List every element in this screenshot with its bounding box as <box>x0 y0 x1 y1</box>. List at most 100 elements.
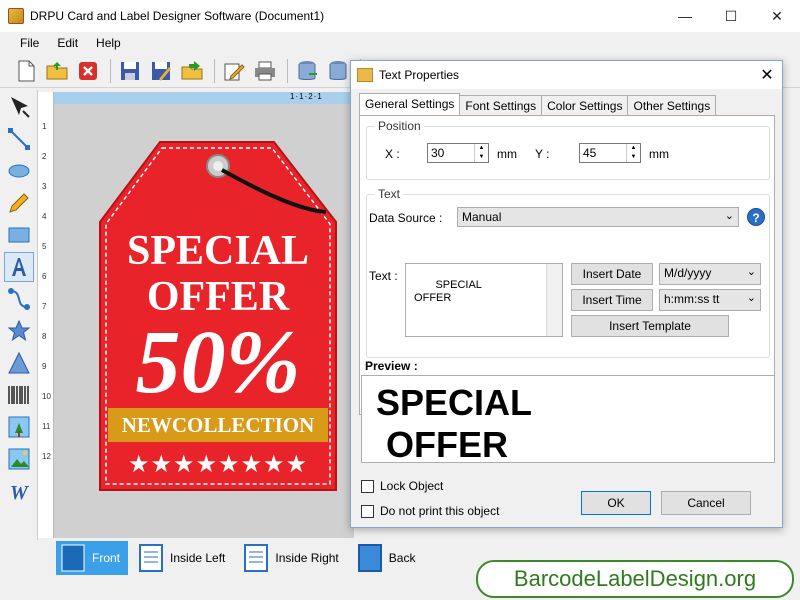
vertical-scrollbar[interactable] <box>782 88 800 540</box>
triangle-tool-icon[interactable] <box>4 348 34 378</box>
dialog-close-button[interactable]: ✕ <box>752 65 782 85</box>
image-tool-icon[interactable] <box>4 412 34 442</box>
text-input[interactable]: SPECIAL OFFER <box>405 263 563 337</box>
tag-headline-line2[interactable]: OFFER <box>98 276 338 318</box>
lock-object-checkbox[interactable]: Lock Object <box>361 479 443 493</box>
text-group: Text Data Source : Manual ⌄ ? Text : SPE… <box>366 187 770 358</box>
database-settings-icon[interactable] <box>324 57 352 85</box>
ellipse-tool-icon[interactable] <box>4 156 34 186</box>
tag-percent[interactable]: 50% <box>98 318 338 408</box>
y-stepper-arrows[interactable]: ▲ ▼ <box>626 144 640 162</box>
tag-stars[interactable]: ★★★★★★★★ <box>98 450 338 479</box>
new-document-icon[interactable] <box>12 57 40 85</box>
page-tab-front-label: Front <box>92 551 121 565</box>
star-tool-icon[interactable] <box>4 316 34 346</box>
line-tool-icon[interactable] <box>4 124 34 154</box>
save-icon[interactable] <box>116 57 144 85</box>
page-tab-inside-left[interactable]: Inside Left <box>134 541 233 575</box>
database-icon[interactable] <box>293 57 321 85</box>
insert-time-button[interactable]: Insert Time <box>571 289 653 311</box>
tab-font-settings[interactable]: Font Settings <box>459 95 543 115</box>
print-icon[interactable] <box>251 57 279 85</box>
lock-object-label: Lock Object <box>380 479 444 493</box>
menu-help[interactable]: Help <box>96 36 121 50</box>
help-icon[interactable]: ? <box>747 208 765 226</box>
select-move-icon[interactable] <box>4 92 34 122</box>
ruler-mark: 4 <box>42 212 47 221</box>
ruler-mark: 1 <box>42 122 47 131</box>
page-tab-front[interactable]: Front <box>56 541 129 575</box>
ruler-mark: 3 <box>42 182 47 191</box>
close-document-icon[interactable] <box>74 57 102 85</box>
x-label: X : <box>385 147 400 161</box>
tag-headline-line1[interactable]: SPECIAL <box>98 230 338 272</box>
time-format-select[interactable]: h:mm:ss tt ⌄ <box>659 289 761 311</box>
window-title: DRPU Card and Label Designer Software (D… <box>30 9 325 23</box>
open-folder-icon[interactable] <box>43 57 71 85</box>
y-label: Y : <box>535 147 550 161</box>
close-button[interactable]: ✕ <box>754 0 800 32</box>
wordart-tool-icon[interactable]: W <box>4 476 34 506</box>
export-icon[interactable] <box>178 57 206 85</box>
ruler-mark: 5 <box>42 242 47 251</box>
vertical-ruler: 1 2 3 4 5 6 7 8 9 10 11 12 <box>38 92 54 538</box>
text-properties-dialog: Text Properties ✕ General Settings Font … <box>350 60 783 528</box>
tab-other-settings[interactable]: Other Settings <box>627 95 717 115</box>
stepper-up-icon[interactable]: ▲ <box>475 144 488 153</box>
checkbox-box[interactable] <box>361 504 374 518</box>
preview-text: SPECIAL OFFER <box>376 382 533 465</box>
chevron-down-icon: ⌄ <box>746 266 756 278</box>
checkbox-box[interactable] <box>361 479 374 493</box>
textarea-scrollbar[interactable] <box>546 264 562 336</box>
settings-tabs: General Settings Font Settings Color Set… <box>359 93 717 115</box>
date-format-select[interactable]: M/d/yyyy ⌄ <box>659 263 761 285</box>
ok-button[interactable]: OK <box>581 491 651 515</box>
stepper-down-icon[interactable]: ▼ <box>475 153 488 162</box>
text-input-value[interactable]: SPECIAL OFFER <box>411 279 482 304</box>
insert-date-button[interactable]: Insert Date <box>571 263 653 285</box>
ruler-mark: 8 <box>42 332 47 341</box>
maximize-button[interactable]: ☐ <box>708 0 754 32</box>
ruler-mark: 7 <box>42 302 47 311</box>
cancel-button[interactable]: Cancel <box>661 491 751 515</box>
minimize-button[interactable]: — <box>662 0 708 32</box>
ruler-scale: 1·1·2·1 <box>290 92 323 101</box>
menu-edit[interactable]: Edit <box>57 36 78 50</box>
save-as-icon[interactable] <box>147 57 175 85</box>
text-group-label: Text <box>375 187 404 201</box>
ruler-mark: 6 <box>42 272 47 281</box>
ruler-mark: 11 <box>42 422 51 431</box>
insert-template-button[interactable]: Insert Template <box>571 315 729 337</box>
image-library-icon[interactable] <box>4 444 34 474</box>
watermark-logo: BarcodeLabelDesign.org <box>476 560 794 598</box>
ruler-mark: 12 <box>42 452 51 461</box>
page-tab-back[interactable]: Back <box>353 541 424 575</box>
x-position-stepper[interactable]: 30 ▲ ▼ <box>427 143 489 163</box>
page-tab-inside-right[interactable]: Inside Right <box>239 541 346 575</box>
data-source-select[interactable]: Manual ⌄ <box>457 207 739 227</box>
text-tool-icon[interactable] <box>4 252 34 282</box>
menu-bar: File Edit Help <box>0 32 800 54</box>
text-label: Text : <box>369 269 398 283</box>
tab-color-settings[interactable]: Color Settings <box>541 95 629 115</box>
toolbar-separator <box>287 58 288 83</box>
pencil-tool-icon[interactable] <box>4 188 34 218</box>
x-unit-label: mm <box>497 147 517 161</box>
tag-collection-band[interactable]: NEWCOLLECTION <box>108 408 328 442</box>
stepper-down-icon[interactable]: ▼ <box>627 153 640 162</box>
ruler-mark: 10 <box>42 392 51 401</box>
x-stepper-arrows[interactable]: ▲ ▼ <box>474 144 488 162</box>
curve-tool-icon[interactable] <box>4 284 34 314</box>
rectangle-tool-icon[interactable] <box>4 220 34 250</box>
y-position-value[interactable]: 45 <box>580 144 626 162</box>
page-inside-left-icon <box>139 544 164 572</box>
tab-general-settings[interactable]: General Settings <box>359 93 461 115</box>
barcode-tool-icon[interactable] <box>4 380 34 410</box>
edit-icon[interactable] <box>220 57 248 85</box>
no-print-checkbox[interactable]: Do not print this object <box>361 504 499 518</box>
title-bar: DRPU Card and Label Designer Software (D… <box>0 0 800 32</box>
y-position-stepper[interactable]: 45 ▲ ▼ <box>579 143 641 163</box>
stepper-up-icon[interactable]: ▲ <box>627 144 640 153</box>
menu-file[interactable]: File <box>20 36 39 50</box>
x-position-value[interactable]: 30 <box>428 144 474 162</box>
